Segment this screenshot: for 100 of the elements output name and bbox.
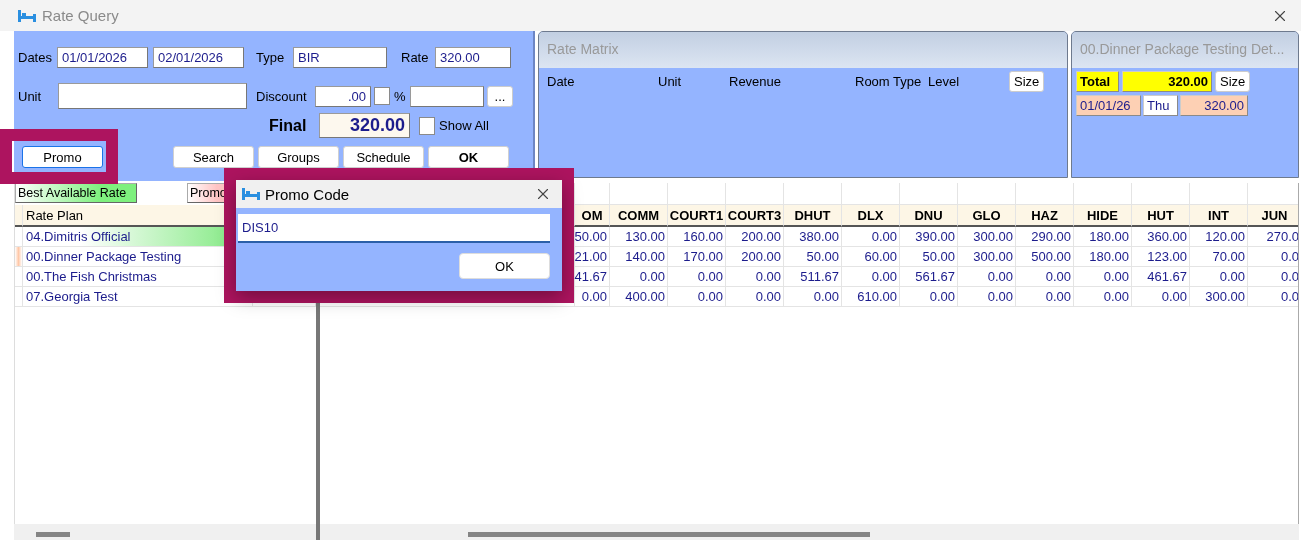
rate-cell: 180.00 (1074, 227, 1132, 247)
panel-title: 00.Dinner Package Testing Det... (1072, 32, 1298, 68)
rate-cell: 0.0 (1248, 287, 1298, 307)
rate-cell: 0.00 (1190, 267, 1248, 287)
discount-code-field[interactable] (410, 85, 484, 107)
rate-cell: 380.00 (784, 227, 842, 247)
type-field[interactable]: BIR (293, 46, 387, 68)
rate-cell: 70.00 (1190, 247, 1248, 267)
rate-cell: 0.00 (1132, 287, 1190, 307)
column-header: COURT1 (668, 205, 726, 227)
bed-icon (242, 188, 260, 200)
percent-checkbox[interactable] (374, 87, 390, 105)
rate-cell: 0.00 (784, 287, 842, 307)
column-header: DLX (842, 205, 900, 227)
rate-cell: 0.00 (668, 287, 726, 307)
field-label: Type (256, 49, 286, 65)
column-header: DHUT (784, 205, 842, 227)
rate-cell: 300.00 (1190, 287, 1248, 307)
column-header: HIDE (1074, 205, 1132, 227)
ok-button[interactable]: OK (428, 146, 509, 168)
rate-cell: 0.00 (900, 287, 958, 307)
rate-cell: 50.00 (900, 247, 958, 267)
rate-cell: 0.00 (958, 267, 1016, 287)
rate-cell: 130.00 (610, 227, 668, 247)
column-header: HUT (1132, 205, 1190, 227)
rate-cell: 610.00 (842, 287, 900, 307)
window-title: Rate Query (42, 7, 120, 24)
column-header: Unit (658, 73, 683, 89)
column-header: Revenue (729, 73, 783, 89)
bed-icon (18, 9, 36, 22)
column-header: COMM (610, 205, 668, 227)
rate-cell: 270.0 (1248, 227, 1298, 247)
rate-cell: 120.00 (1190, 227, 1248, 247)
rate-cell: 50.00 (784, 247, 842, 267)
rate-cell: 511.67 (784, 267, 842, 287)
day-cell: Thu (1143, 94, 1178, 116)
action-button[interactable]: Groups (258, 146, 339, 168)
promo-button[interactable]: Promo (22, 146, 103, 168)
dialog-title: Promo Code (265, 185, 351, 203)
rate-cell: 140.00 (610, 247, 668, 267)
show-all-label: Show All (439, 118, 489, 133)
field-label: Unit (18, 88, 43, 104)
rate-cell: 0.00 (726, 267, 784, 287)
total-value: 320.00 (1122, 70, 1212, 92)
discount-field[interactable]: .00 (315, 85, 371, 107)
column-header: OM (575, 205, 610, 227)
amount-cell: 320.00 (1180, 94, 1248, 116)
rate-cell: 60.00 (842, 247, 900, 267)
ok-button[interactable]: OK (459, 253, 550, 279)
more-button[interactable]: ... (487, 85, 513, 107)
rate-cell: 170.00 (668, 247, 726, 267)
column-header: GLO (958, 205, 1016, 227)
action-button[interactable]: Search (173, 146, 254, 168)
rate-cell: 561.67 (900, 267, 958, 287)
rate-cell: 0.00 (1016, 267, 1074, 287)
rate-cell: 290.00 (1016, 227, 1074, 247)
column-header: JUN (1248, 205, 1298, 227)
final-label: Final (269, 116, 308, 135)
unit-field[interactable] (58, 83, 247, 109)
rate-cell: 0.00 (610, 267, 668, 287)
rate-cell: 400.00 (610, 287, 668, 307)
field-label: Dates (18, 49, 53, 65)
rate-cell: 0.00 (1016, 287, 1074, 307)
show-all-checkbox[interactable] (419, 116, 435, 135)
rate-cell: 0.00 (958, 287, 1016, 307)
total-label: Total (1076, 70, 1119, 92)
column-header: COURT3 (726, 205, 784, 227)
column-header: INT (1190, 205, 1248, 227)
rate-cell: 0.00 (1074, 287, 1132, 307)
column-header: DNU (900, 205, 958, 227)
rate-cell: 0.0 (1248, 267, 1298, 287)
rate-cell: 0.00 (668, 267, 726, 287)
action-button[interactable]: Schedule (343, 146, 424, 168)
rate-cell: 123.00 (1132, 247, 1190, 267)
rate-cell: 0.0 (1248, 247, 1298, 267)
date-field[interactable]: 01/01/2026 (57, 46, 148, 68)
rate-cell: 180.00 (1074, 247, 1132, 267)
size-button[interactable]: Size (1215, 70, 1251, 92)
column-header: Level (928, 73, 961, 89)
filter-chip[interactable]: Best Available Rate (15, 183, 137, 203)
percent-label: % (394, 88, 407, 104)
date-cell: 01/01/26 (1076, 94, 1141, 116)
promo-code-field[interactable]: DIS10 (238, 214, 550, 243)
rate-cell: 461.67 (1132, 267, 1190, 287)
rate-cell: 360.00 (1132, 227, 1190, 247)
rate-cell: 0.00 (842, 267, 900, 287)
rate-cell: 21.00 (575, 247, 610, 267)
rate-cell: 0.00 (1074, 267, 1132, 287)
rate-field[interactable]: 320.00 (435, 46, 511, 68)
rate-cell: 41.67 (575, 267, 610, 287)
rate-cell: 0.00 (726, 287, 784, 307)
panel-title: Rate Matrix (539, 32, 1067, 68)
column-header: Date (547, 73, 576, 89)
rate-cell: 200.00 (726, 247, 784, 267)
size-button[interactable]: Size (1009, 70, 1045, 92)
date-field[interactable]: 02/01/2026 (153, 46, 244, 68)
field-label: Rate (401, 49, 430, 65)
field-label: Discount (256, 88, 308, 104)
rate-cell: 390.00 (900, 227, 958, 247)
rate-cell: 50.00 (575, 227, 610, 247)
